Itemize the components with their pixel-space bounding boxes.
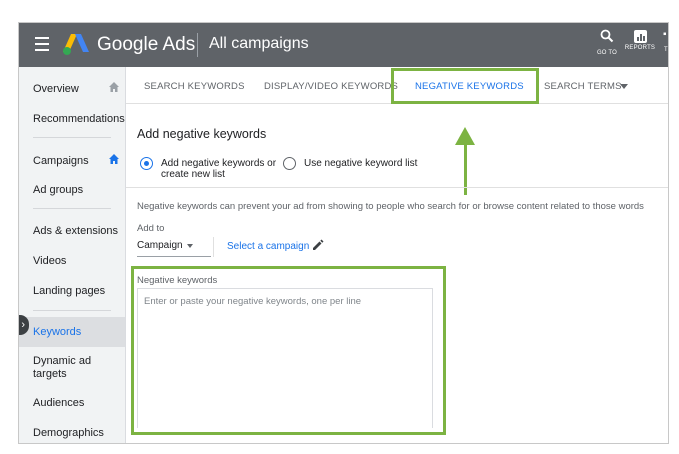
negative-keywords-description: Negative keywords can prevent your ad fr… bbox=[137, 201, 644, 212]
radio-use-list-label[interactable]: Use negative keyword list bbox=[304, 158, 417, 169]
page-title: All campaigns bbox=[209, 35, 309, 52]
chevron-down-icon bbox=[187, 244, 193, 248]
tab-negative-keywords[interactable]: NEGATIVE KEYWORDS bbox=[415, 81, 524, 92]
sidebar-divider bbox=[33, 310, 111, 311]
select-campaign-link[interactable]: Select a campaign bbox=[227, 241, 309, 252]
sidebar-item-videos[interactable]: Videos bbox=[33, 255, 66, 268]
app-window: Google Ads All campaigns GO TO REPORTS ▪… bbox=[18, 22, 669, 444]
sidebar-item-ads-extensions[interactable]: Ads & extensions bbox=[33, 225, 118, 238]
brand-divider bbox=[197, 33, 198, 57]
sidebar-item-campaigns[interactable]: Campaigns bbox=[33, 155, 89, 168]
tab-search-terms[interactable]: SEARCH TERMS bbox=[544, 81, 622, 92]
radio-label-line: create new list bbox=[161, 169, 225, 180]
sidebar-item-landing-pages[interactable]: Landing pages bbox=[33, 285, 105, 298]
home-icon bbox=[109, 82, 119, 92]
radio-add-new[interactable] bbox=[140, 157, 153, 170]
search-icon bbox=[600, 29, 614, 43]
pencil-icon[interactable] bbox=[311, 238, 325, 252]
sidebar-divider bbox=[33, 137, 111, 138]
tab-search-keywords[interactable]: SEARCH KEYWORDS bbox=[144, 81, 245, 92]
goto-label: GO TO bbox=[596, 50, 618, 56]
chevron-right-icon: › bbox=[21, 319, 25, 331]
add-to-value: Campaign bbox=[137, 240, 183, 251]
sidebar-divider bbox=[33, 208, 111, 209]
reports-button[interactable]: REPORTS bbox=[623, 29, 657, 51]
radio-use-list[interactable] bbox=[283, 157, 296, 170]
sidebar-item-recommendations[interactable]: Recommendations bbox=[33, 113, 125, 126]
menu-icon[interactable] bbox=[35, 37, 49, 51]
top-bar: Google Ads All campaigns GO TO REPORTS ▪… bbox=[19, 23, 668, 67]
home-icon bbox=[109, 154, 119, 164]
add-to-select[interactable]: Campaign bbox=[137, 238, 211, 257]
sidebar-item-audiences[interactable]: Audiences bbox=[33, 397, 84, 410]
reports-icon bbox=[633, 30, 647, 43]
sidebar-item-dynamic-ad-targets[interactable]: Dynamic ad targets bbox=[33, 355, 113, 381]
brand-name: Google Ads bbox=[97, 34, 196, 55]
sidebar-item-demographics[interactable]: Demographics bbox=[33, 427, 104, 440]
chevron-down-icon[interactable] bbox=[620, 84, 628, 89]
tools-icon-partial[interactable]: ▪ bbox=[663, 29, 667, 40]
tools-label-partial: T bbox=[664, 47, 668, 53]
radio-add-new-label[interactable]: Add negative keywords or create new list bbox=[161, 158, 276, 180]
negative-keywords-label: Negative keywords bbox=[137, 275, 218, 286]
vertical-divider bbox=[213, 237, 214, 257]
negative-keywords-input[interactable] bbox=[137, 288, 433, 428]
sidebar: Overview Recommendations Campaigns Ad gr… bbox=[19, 67, 126, 443]
goto-button[interactable]: GO TO bbox=[590, 29, 624, 56]
keyword-tabs: SEARCH KEYWORDS DISPLAY/VIDEO KEYWORDS N… bbox=[126, 67, 668, 104]
section-divider bbox=[126, 187, 668, 188]
section-title: Add negative keywords bbox=[137, 127, 267, 141]
tab-display-video-keywords[interactable]: DISPLAY/VIDEO KEYWORDS bbox=[264, 81, 398, 92]
sidebar-item-keywords[interactable]: Keywords bbox=[33, 326, 81, 339]
reports-label: REPORTS bbox=[624, 45, 656, 51]
radio-label-line: Add negative keywords or bbox=[161, 158, 277, 169]
add-to-label: Add to bbox=[137, 223, 165, 234]
sidebar-item-ad-groups[interactable]: Ad groups bbox=[33, 184, 83, 197]
google-ads-logo bbox=[63, 34, 89, 55]
sidebar-item-overview[interactable]: Overview bbox=[33, 83, 79, 96]
